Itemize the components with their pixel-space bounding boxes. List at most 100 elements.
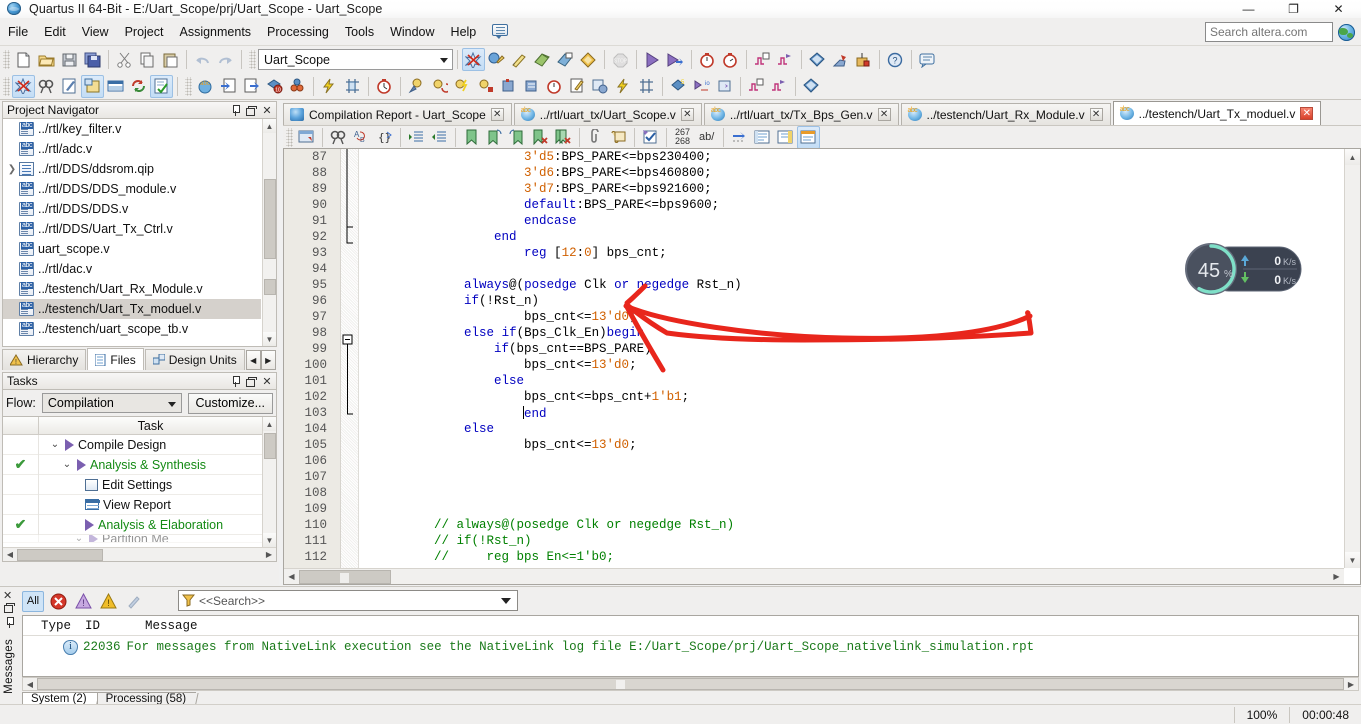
bookmark-clear-all-button[interactable] <box>552 126 575 149</box>
megawizard-button[interactable] <box>286 75 309 98</box>
doc-tab-compilation-report[interactable]: Compilation Report - Uart_Scope ✕ <box>283 103 512 125</box>
insert-template-button[interactable] <box>295 126 318 149</box>
scroll-up-icon[interactable]: ▲ <box>263 417 276 431</box>
uncomment-block-button[interactable] <box>774 126 797 149</box>
signal-probe-alt-button[interactable] <box>474 75 497 98</box>
toolbar-grip-4[interactable] <box>185 76 192 96</box>
timing-analyzer-button[interactable] <box>696 48 719 71</box>
scroll-down-icon[interactable]: ▼ <box>263 533 276 547</box>
find-next-button[interactable] <box>327 126 350 149</box>
task-row[interactable]: View Report <box>3 494 262 515</box>
redo-button[interactable] <box>214 48 237 71</box>
close-icon[interactable]: ✕ <box>1089 108 1103 121</box>
tree-row[interactable]: ../testench/uart_scope_tb.v <box>3 319 261 339</box>
tree-row-selected[interactable]: ../testench/Uart_Tx_moduel.v <box>3 299 261 319</box>
bookmark-next-button[interactable] <box>483 126 506 149</box>
compile-design-button[interactable] <box>12 74 35 98</box>
copy-button[interactable] <box>136 48 159 71</box>
device-settings-button[interactable] <box>554 48 577 71</box>
edit-doc-button[interactable] <box>566 75 589 98</box>
scroll-up-icon[interactable]: ▲ <box>263 119 276 133</box>
tasks-grid[interactable]: Task ⌄ Compile Design ✔ ⌄ Analysis & Syn… <box>2 416 277 562</box>
scrollbar-thumb[interactable] <box>37 678 1344 690</box>
chevron-right-icon[interactable]: ❯ <box>5 159 19 179</box>
tree-row[interactable]: ../rtl/adc.v <box>3 139 261 159</box>
attach-icon-button[interactable] <box>584 126 607 149</box>
customize-button[interactable]: Customize... <box>187 392 273 414</box>
netlist-viewer-button[interactable] <box>341 75 364 98</box>
filter-critical-warnings-button[interactable]: ! <box>72 591 94 612</box>
pin-icon[interactable] <box>228 103 242 117</box>
restore-icon[interactable] <box>244 374 258 388</box>
timing-analyzer-2-button[interactable] <box>719 48 742 71</box>
settings-button[interactable] <box>531 48 554 71</box>
io-device-button[interactable] <box>713 75 736 98</box>
decrease-indent-button[interactable] <box>428 126 451 149</box>
tree-row[interactable]: ../rtl/dac.v <box>3 259 261 279</box>
close-icon[interactable]: ✕ <box>680 108 694 121</box>
power-button[interactable] <box>612 75 635 98</box>
scroll-down-icon[interactable]: ▼ <box>263 332 276 346</box>
tree-row[interactable]: ../rtl/DDS/DDS.v <box>3 199 261 219</box>
doc-tab-uart-tx-moduel-v[interactable]: ../testench/Uart_Tx_moduel.v ✕ <box>1112 101 1322 125</box>
flow-combo[interactable]: Compilation <box>41 393 182 413</box>
doc-tab-uart-rx-module-v[interactable]: ../testench/Uart_Rx_Module.v ✕ <box>900 103 1111 125</box>
tab-scroll-left-icon[interactable]: ◀ <box>245 350 261 370</box>
stopwatch-button[interactable] <box>543 75 566 98</box>
convert-prog-file-button[interactable]: 5 <box>667 75 690 98</box>
timequest-button[interactable] <box>373 75 396 98</box>
scrollbar-thumb[interactable] <box>299 569 391 584</box>
scroll-right-icon[interactable]: ▶ <box>1329 572 1344 581</box>
project-combo[interactable]: Uart_Scope <box>258 49 453 70</box>
code-editor[interactable]: 87 3'd5:BPS_PARE<=bps230400; 88 3'd6:BPS_… <box>283 148 1361 585</box>
program-device-button[interactable] <box>806 48 829 71</box>
replace-button[interactable]: AB <box>350 126 373 149</box>
close-panel-icon[interactable]: ✕ <box>260 103 274 117</box>
expander-icon[interactable] <box>5 279 19 299</box>
toolbar-grip-5[interactable] <box>286 127 293 147</box>
maximize-button[interactable]: ❐ <box>1271 0 1316 18</box>
help-button[interactable]: ? <box>884 48 907 71</box>
signal-probe-pin-button[interactable] <box>405 75 428 98</box>
close-icon[interactable]: ✕ <box>3 589 12 602</box>
bookmark-toggle-button[interactable] <box>460 126 483 149</box>
editor-horizontal-scrollbar[interactable]: ◀ ▶ <box>284 568 1344 584</box>
close-icon[interactable]: ✕ <box>490 108 504 121</box>
scroll-right-icon[interactable]: ▶ <box>262 549 276 561</box>
scroll-left-icon[interactable]: ◀ <box>23 680 37 689</box>
chip-planner-button[interactable] <box>852 48 875 71</box>
scroll-down-icon[interactable]: ▼ <box>1345 552 1360 568</box>
increase-indent-button[interactable] <box>405 126 428 149</box>
import-assignments-button[interactable] <box>217 75 240 98</box>
close-button[interactable]: ✕ <box>1316 0 1361 18</box>
menu-edit[interactable]: Edit <box>36 22 74 42</box>
new-file-button[interactable] <box>12 48 35 71</box>
chevron-down-icon[interactable]: ⌄ <box>73 535 85 542</box>
signal-probe-button[interactable] <box>829 48 852 71</box>
bookmark-prev-button[interactable] <box>506 126 529 149</box>
programmer-device-button[interactable] <box>800 75 823 98</box>
tree-row[interactable]: ❯ ../rtl/DDS/ddsrom.qip <box>3 159 261 179</box>
close-icon[interactable]: ✕ <box>877 108 891 121</box>
menu-processing[interactable]: Processing <box>259 22 337 42</box>
tasks-vertical-scrollbar[interactable]: ▲ ▼ <box>262 417 276 547</box>
scrollbar-track[interactable] <box>17 548 262 561</box>
io-assignment-button[interactable]: io <box>690 75 713 98</box>
device-pin-button[interactable] <box>497 75 520 98</box>
task-row[interactable]: Edit Settings <box>3 474 262 495</box>
scroll-up-icon[interactable]: ▲ <box>1345 149 1360 165</box>
tree-row[interactable]: ../testench/Uart_Rx_Module.v <box>3 279 261 299</box>
tab-hierarchy[interactable]: ! Hierarchy <box>2 349 87 370</box>
signaltap-in-button[interactable] <box>751 48 774 71</box>
menu-view[interactable]: View <box>74 22 117 42</box>
scroll-left-icon[interactable]: ◀ <box>284 572 299 581</box>
comment-block-button[interactable] <box>751 126 774 149</box>
pin-planner-button[interactable] <box>508 48 531 71</box>
filter-info-button[interactable] <box>122 591 144 612</box>
match-brace-button[interactable]: {} <box>373 126 396 149</box>
chevron-down-icon[interactable] <box>501 597 511 604</box>
check-syntax-button[interactable] <box>639 126 662 149</box>
expander-icon[interactable] <box>5 199 19 219</box>
tasks-horizontal-scrollbar[interactable]: ◀ ▶ <box>3 547 276 561</box>
doc-tab-tx-bps-gen-v[interactable]: ../rtl/uart_tx/Tx_Bps_Gen.v ✕ <box>703 103 899 125</box>
